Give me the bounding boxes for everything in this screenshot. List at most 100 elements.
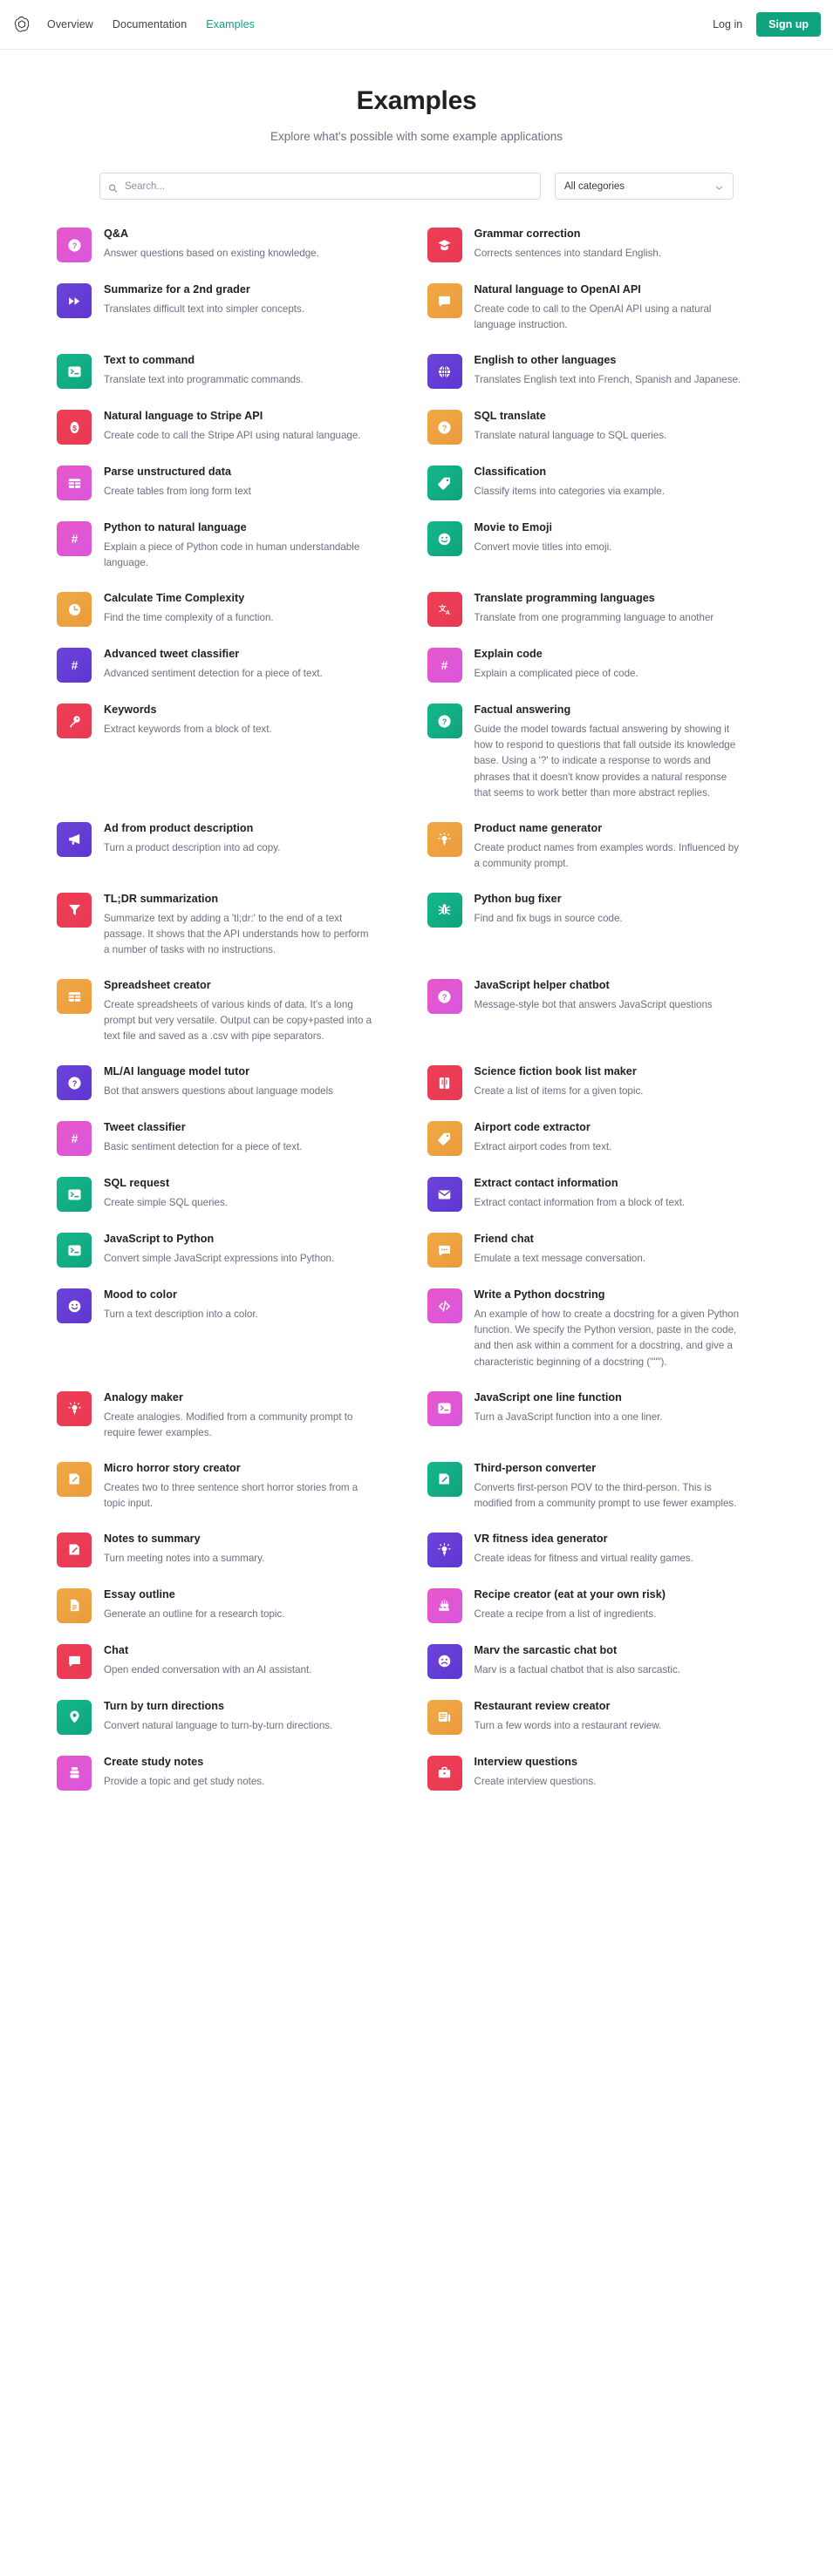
svg-text:?: ? [442, 717, 447, 726]
example-card[interactable]: Text to command Translate text into progr… [57, 352, 406, 390]
openai-logo-icon[interactable] [10, 13, 33, 36]
example-card-title: Interview questions [474, 1755, 578, 1768]
search-input[interactable] [99, 173, 541, 200]
example-card-title: VR fitness idea generator [474, 1532, 608, 1545]
example-card[interactable]: Python bug fixer Find and fix bugs in sou… [427, 891, 777, 928]
example-card[interactable]: SQL request Create simple SQL queries. [57, 1175, 406, 1213]
example-card-title: ML/AI language model tutor [104, 1065, 250, 1078]
example-card[interactable]: ? JavaScript helper chatbot Message-style … [427, 977, 777, 1015]
example-card[interactable]: Notes to summary Turn meeting notes into … [57, 1531, 406, 1567]
example-card-body: Create study notes Provide a topic and ge… [104, 1754, 264, 1790]
example-card-title: JavaScript to Python [104, 1233, 215, 1246]
example-card[interactable]: VR fitness idea generator Create ideas fo… [427, 1531, 777, 1567]
svg-text:?: ? [442, 992, 447, 1001]
examples-grid-row: Create study notes Provide a topic and ge… [57, 1754, 776, 1791]
example-card-body: Friend chat Emulate a text message conver… [475, 1231, 646, 1267]
example-card[interactable]: Ad from product description Turn a produc… [57, 820, 406, 857]
examples-grid-row: Essay outline Generate an outline for a r… [57, 1587, 776, 1623]
example-card[interactable]: English to other languages Translates Eng… [427, 352, 777, 390]
example-card[interactable]: ? Q&A Answer questions based on existing k… [57, 226, 406, 262]
signup-button[interactable]: Sign up [756, 11, 821, 37]
example-card[interactable]: Spreadsheet creator Create spreadsheets o… [57, 977, 406, 1044]
example-card[interactable]: JavaScript to Python Convert simple JavaS… [57, 1231, 406, 1268]
example-card-title: Natural language to Stripe API [104, 410, 263, 423]
example-card[interactable]: Interview questions Create interview ques… [427, 1754, 777, 1791]
example-card[interactable]: Parse unstructured data Create tables fro… [57, 464, 406, 501]
smiley-icon [427, 521, 462, 557]
example-card[interactable]: ? ML/AI language model tutor Bot that answ… [57, 1064, 406, 1101]
nav-right-actions: Log in Sign up [713, 11, 821, 37]
example-card-title: English to other languages [474, 354, 617, 367]
example-card[interactable]: ? Factual answering Guide the model toward… [427, 702, 777, 800]
example-card-title: Marv the sarcastic chat bot [474, 1643, 618, 1656]
example-card[interactable]: Natural language to OpenAI API Create cod… [427, 282, 777, 333]
example-card[interactable]: Marv the sarcastic chat bot Marv is a fac… [427, 1642, 777, 1679]
dollar-coin-icon: $ [57, 410, 92, 445]
example-card[interactable]: Friend chat Emulate a text message conver… [427, 1231, 777, 1268]
example-card-title: Natural language to OpenAI API [474, 283, 641, 296]
example-card-description: Provide a topic and get study notes. [104, 1775, 265, 1787]
example-card[interactable]: Turn by turn directions Convert natural l… [57, 1698, 406, 1735]
hash-icon: # [57, 1121, 92, 1157]
example-card[interactable]: Classification Classify items into catego… [427, 464, 777, 501]
example-card-description: Create interview questions. [474, 1775, 597, 1787]
example-card[interactable]: # Explain code Explain a complicated piece… [427, 646, 777, 683]
example-card[interactable]: Restaurant review creator Turn a few word… [427, 1698, 777, 1735]
example-card[interactable]: # Advanced tweet classifier Advanced senti… [57, 646, 406, 683]
example-card[interactable]: $ Natural language to Stripe API Create co… [57, 408, 406, 445]
example-card[interactable]: Third-person converter Converts first-per… [427, 1460, 777, 1512]
question-mark-icon: ? [427, 703, 462, 739]
example-card-description: Bot that answers questions about languag… [104, 1085, 333, 1098]
examples-grid-row: Micro horror story creator Creates two to… [57, 1460, 776, 1512]
example-card[interactable]: Essay outline Generate an outline for a r… [57, 1587, 406, 1623]
example-card-body: JavaScript to Python Convert simple JavaS… [104, 1231, 334, 1267]
example-card-description: Translates difficult text into simpler c… [104, 303, 305, 315]
example-card[interactable]: Calculate Time Complexity Find the time c… [57, 590, 406, 628]
example-card-title: Grammar correction [474, 228, 581, 240]
examples-grid-row: $ Natural language to Stripe API Create co… [57, 408, 776, 445]
example-card-title: TL;DR summarization [104, 892, 219, 905]
examples-grid-row: ? ML/AI language model tutor Bot that answ… [57, 1064, 777, 1101]
example-card[interactable]: Science fiction book list maker Create a … [427, 1064, 777, 1101]
nav-link-overview[interactable]: Overview [47, 18, 93, 31]
nav-link-examples[interactable]: Examples [206, 18, 255, 31]
example-card[interactable]: Grammar correction Corrects sentences int… [427, 226, 777, 262]
page-subtitle: Explore what's possible with some exampl… [270, 130, 563, 143]
example-card[interactable]: # Python to natural language Explain a pie… [57, 520, 406, 571]
example-card-description: Marv is a factual chatbot that is also s… [474, 1663, 680, 1675]
example-card[interactable]: Analogy maker Create analogies. Modified … [57, 1390, 406, 1441]
example-card[interactable]: Extract contact information Extract conta… [427, 1175, 777, 1213]
example-card[interactable]: TL;DR summarization Summarize text by add… [57, 891, 406, 958]
example-card-description: Turn meeting notes into a summary. [104, 1552, 265, 1564]
example-card[interactable]: Recipe creator (eat at your own risk) Cre… [427, 1587, 777, 1623]
example-card-title: Factual answering [474, 703, 571, 717]
example-card-body: Factual answering Guide the model towards… [475, 702, 745, 800]
example-card[interactable]: Product name generator Create product nam… [427, 820, 777, 872]
svg-text:$: $ [72, 423, 77, 432]
examples-grid-row: # Advanced tweet classifier Advanced senti… [57, 646, 776, 683]
example-card[interactable]: Write a Python docstring An example of ho… [427, 1287, 777, 1370]
example-card[interactable]: ? SQL translate Translate natural language… [427, 408, 777, 445]
examples-grid-row: Summarize for a 2nd grader Translates dif… [57, 282, 776, 333]
example-card[interactable]: JavaScript one line function Turn a JavaS… [427, 1390, 777, 1426]
example-card[interactable]: Movie to Emoji Convert movie titles into … [427, 520, 777, 557]
example-card[interactable]: Micro horror story creator Creates two to… [57, 1460, 406, 1512]
example-card[interactable]: Mood to color Turn a text description int… [57, 1287, 406, 1324]
example-card-description: Converts first-person POV to the third-p… [474, 1481, 737, 1509]
example-card[interactable]: Keywords Extract keywords from a block of… [57, 702, 406, 739]
example-card[interactable]: Create study notes Provide a topic and ge… [57, 1754, 406, 1791]
envelope-icon [427, 1177, 462, 1213]
example-card[interactable]: Chat Open ended conversation with an AI a… [57, 1642, 406, 1679]
category-select[interactable]: All categories [555, 173, 734, 200]
example-card[interactable]: # Tweet classifier Basic sentiment detecti… [57, 1119, 406, 1157]
example-card[interactable]: Summarize for a 2nd grader Translates dif… [57, 282, 406, 318]
example-card[interactable]: Airport code extractor Extract airport co… [427, 1119, 777, 1157]
example-card-title: Restaurant review creator [474, 1699, 611, 1712]
examples-grid-row: Parse unstructured data Create tables fro… [57, 464, 777, 501]
nav-link-documentation[interactable]: Documentation [113, 18, 187, 31]
example-card[interactable]: 文 A Translate programming languages Transla… [427, 590, 777, 628]
sad-face-icon [427, 1643, 462, 1679]
example-card-body: Write a Python docstring An example of ho… [475, 1287, 745, 1370]
example-card-body: Summarize for a 2nd grader Translates dif… [104, 282, 304, 317]
login-link[interactable]: Log in [713, 18, 742, 31]
